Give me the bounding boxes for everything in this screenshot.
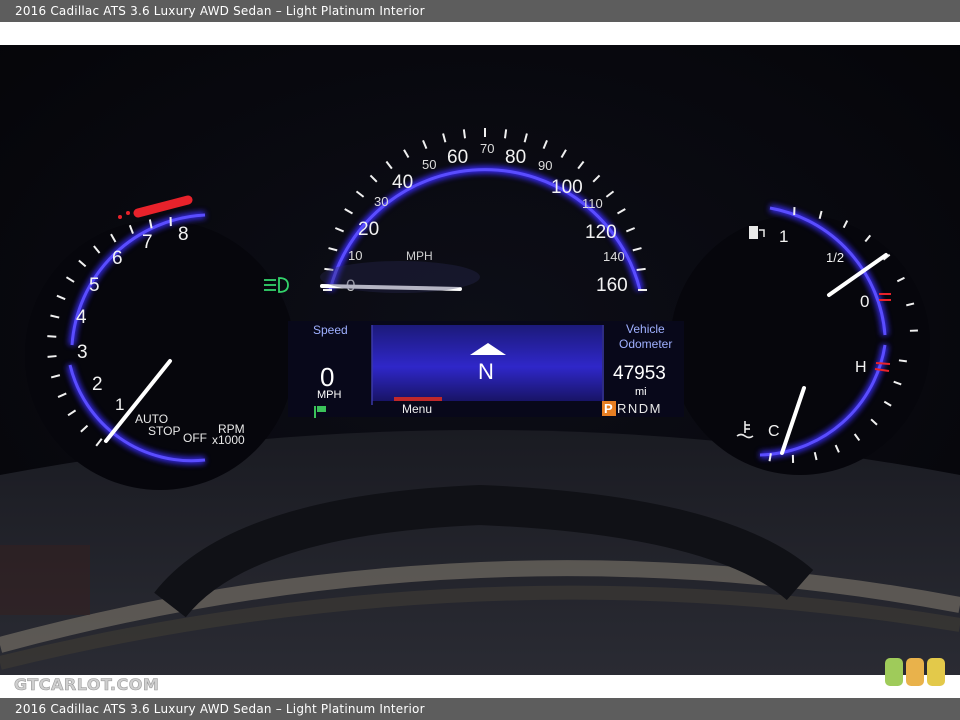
- speedometer-unit-label: MPH: [406, 249, 433, 263]
- tach-label-4: 4: [76, 307, 87, 328]
- tach-label-7: 7: [142, 232, 153, 253]
- odometer-value: 47953: [613, 363, 666, 384]
- speed-readout-title: Speed: [313, 323, 348, 337]
- tach-label-1: 1: [115, 395, 124, 414]
- speed-label-10: 10: [348, 248, 362, 263]
- speed-label-90: 90: [538, 158, 552, 173]
- tach-tick-6: [47, 335, 57, 338]
- speed-label-80: 80: [505, 147, 526, 168]
- tach-tick-5: [47, 355, 57, 358]
- tach-label-8: 8: [178, 224, 189, 245]
- compass-heading: N: [478, 359, 494, 384]
- speed-label-40: 40: [392, 172, 413, 193]
- instrument-cluster-photo: 1 2 3 4 5 6 7 8 AUTO STOP OFF RPM x1000 …: [0, 45, 960, 675]
- tach-label-6: 6: [112, 248, 123, 269]
- speed-label-70: 70: [480, 141, 494, 156]
- auto-stop-label-line2: STOP: [148, 424, 180, 438]
- speed-label-50: 50: [422, 157, 436, 172]
- rpm-multiplier-label: x1000: [212, 433, 245, 447]
- gear-positions: RNDM: [617, 401, 662, 416]
- badge-yellow-icon: [927, 658, 945, 686]
- speed-tick-11: [462, 129, 467, 139]
- temp-red-mark-1: [875, 362, 891, 365]
- fuel-label-full: 1: [779, 227, 788, 246]
- speed-label-160: 160: [596, 275, 628, 296]
- fuel-label-half: 1/2: [826, 250, 844, 265]
- speed-readout-unit: MPH: [317, 389, 342, 401]
- tach-label-5: 5: [89, 275, 100, 296]
- temp-label-cold: C: [768, 423, 780, 440]
- image-caption-top: 2016 Cadillac ATS 3.6 Luxury AWD Sedan –…: [0, 0, 960, 22]
- odometer-unit: mi: [635, 386, 647, 398]
- vehicle-odometer-title-line1: Vehicle: [626, 322, 665, 336]
- speed-tick-23: [636, 267, 646, 272]
- off-label: OFF: [183, 431, 207, 445]
- tach-label-2: 2: [92, 374, 103, 395]
- speed-label-100: 100: [551, 177, 583, 198]
- tach-label-3: 3: [77, 342, 88, 363]
- temp-tick-0: [898, 359, 907, 363]
- speed-label-140: 140: [603, 249, 625, 264]
- speed-tick-13: [503, 129, 508, 139]
- speed-label-120: 120: [585, 222, 617, 243]
- temp-tick-8: [768, 453, 772, 462]
- speed-label-20: 20: [358, 219, 379, 240]
- speed-readout-value: 0: [320, 362, 334, 392]
- tachometer-well: [25, 220, 295, 490]
- menu-tab: Menu: [402, 402, 432, 416]
- fuel-label-empty: 0: [860, 292, 869, 311]
- site-watermark-logo: GTCARLOT.COM: [14, 675, 160, 695]
- gear-selected: P: [604, 401, 613, 416]
- badge-green-icon: [885, 658, 903, 686]
- image-caption-bottom: 2016 Cadillac ATS 3.6 Luxury AWD Sedan –…: [0, 698, 960, 720]
- menu-tab-underline: [394, 397, 442, 401]
- speed-label-60: 60: [447, 147, 468, 168]
- temp-label-hot: H: [855, 359, 867, 376]
- fuel-temp-well: [670, 215, 930, 475]
- vehicle-odometer-title-line2: Odometer: [619, 337, 672, 351]
- speed-label-110: 110: [582, 196, 603, 211]
- speed-label-30: 30: [374, 194, 388, 209]
- badge-orange-icon: [906, 658, 924, 686]
